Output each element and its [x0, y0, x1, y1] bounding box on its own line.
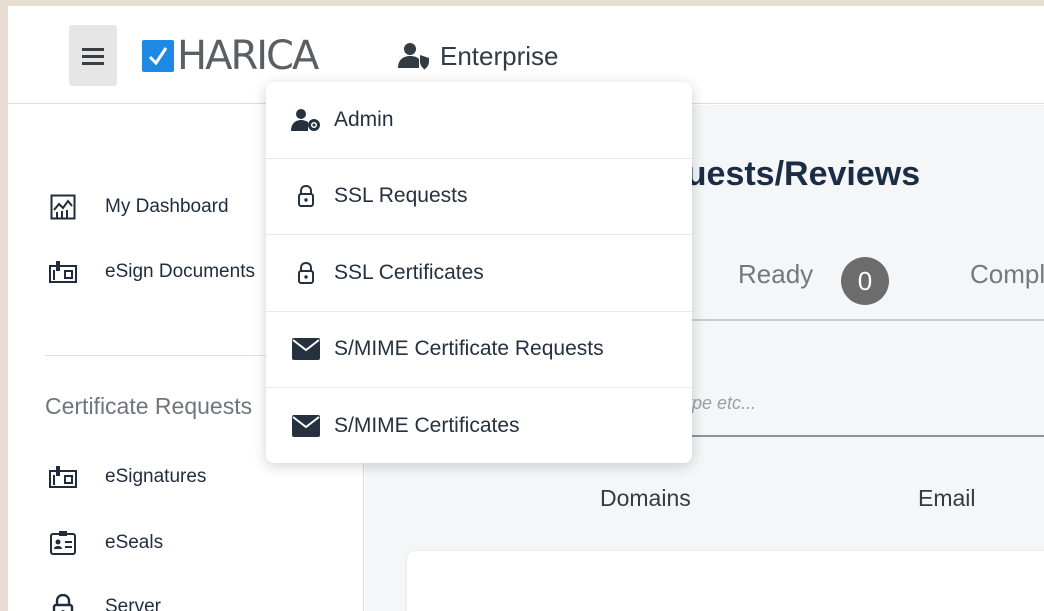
enterprise-menu[interactable]: Enterprise	[398, 36, 559, 76]
dashboard-chart-icon	[50, 194, 76, 220]
menu-item-label: S/MIME Certificates	[334, 414, 520, 438]
logo-check-icon	[142, 40, 174, 72]
sidebar-item-label: My Dashboard	[105, 196, 229, 217]
tabs-underline	[665, 319, 1044, 321]
tab-ready[interactable]: Ready	[738, 259, 813, 290]
menu-item-admin[interactable]: Admin	[266, 82, 692, 159]
esign-icon	[49, 466, 77, 488]
sidebar-item-label: Server	[105, 596, 161, 611]
column-header-domains[interactable]: Domains	[600, 485, 691, 512]
menu-toggle-button[interactable]	[69, 25, 117, 86]
esign-icon	[49, 261, 77, 283]
lock-icon	[52, 594, 74, 611]
sidebar-item-server[interactable]: Server	[48, 589, 161, 611]
sidebar-item-my-dashboard[interactable]: My Dashboard	[48, 189, 229, 225]
sidebar-item-label: eSignatures	[105, 466, 207, 487]
results-card	[407, 551, 1044, 611]
search-input[interactable]: ype etc...	[683, 393, 756, 414]
column-header-email[interactable]: Email	[918, 485, 976, 512]
menu-item-label: SSL Certificates	[334, 260, 484, 284]
menu-item-ssl-requests[interactable]: SSL Requests	[266, 159, 692, 235]
menu-item-ssl-certificates[interactable]: SSL Certificates	[266, 235, 692, 312]
page-title: quests/Reviews	[665, 155, 921, 193]
menu-item-label: Admin	[334, 107, 394, 131]
user-gear-icon	[291, 108, 320, 131]
sidebar-item-label: eSign Documents	[105, 261, 255, 282]
lock-icon	[298, 185, 314, 208]
logo-text: HARICA	[177, 33, 319, 79]
envelope-icon	[292, 338, 320, 361]
app-window: HARICA Enterprise My Dashboard eSign Doc…	[8, 6, 1044, 611]
envelope-icon	[292, 415, 320, 438]
menu-item-smime-certificates[interactable]: S/MIME Certificates	[266, 388, 692, 463]
hamburger-icon	[82, 47, 104, 65]
menu-item-label: S/MIME Certificate Requests	[334, 337, 604, 361]
search-input-underline	[665, 435, 1044, 437]
harica-logo[interactable]: HARICA	[142, 33, 319, 79]
sidebar-section-title: Certificate Requests	[45, 393, 253, 419]
menu-item-smime-certificate-requests[interactable]: S/MIME Certificate Requests	[266, 312, 692, 388]
id-card-icon	[50, 531, 76, 555]
enterprise-dropdown-menu: Admin SSL Requests SSL Certificates S/MI…	[266, 82, 692, 463]
lock-icon	[298, 261, 314, 284]
menu-item-label: SSL Requests	[334, 184, 468, 208]
sidebar-item-label: eSeals	[105, 532, 164, 553]
sidebar-item-eseals[interactable]: eSeals	[48, 525, 163, 561]
sidebar-item-esignatures[interactable]: eSignatures	[48, 459, 206, 495]
sidebar-item-esign-documents[interactable]: eSign Documents	[48, 254, 255, 290]
user-shield-icon	[398, 43, 429, 70]
tab-completed[interactable]: Compl	[970, 259, 1044, 290]
enterprise-label: Enterprise	[440, 40, 559, 71]
ready-count-badge: 0	[841, 257, 889, 305]
